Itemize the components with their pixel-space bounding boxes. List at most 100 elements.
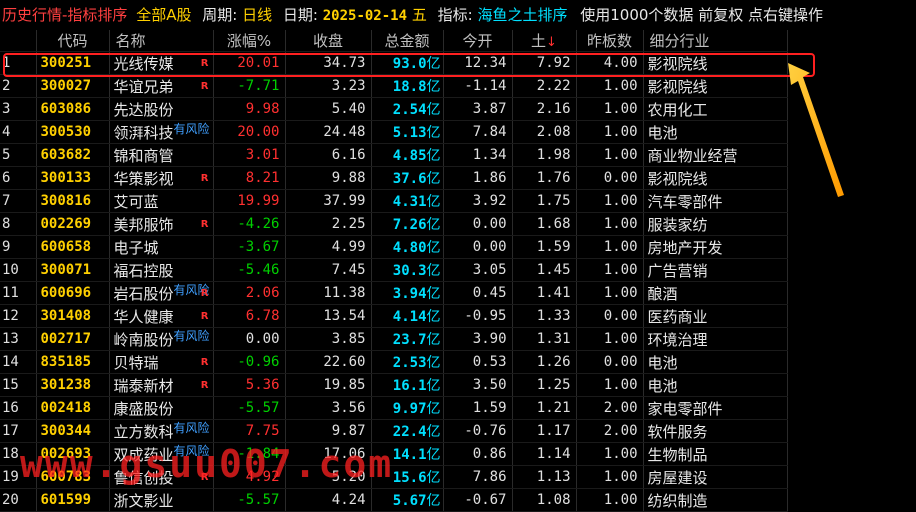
- stock-name-cell[interactable]: 华人健康 R: [109, 304, 214, 328]
- table-row[interactable]: 3 603086 先达股份 9.98 5.40 2.54亿 3.87 2.16 1.00 农用化工: [0, 97, 788, 121]
- stock-code[interactable]: 300251: [36, 51, 110, 75]
- table-row[interactable]: 19 600783 鲁信创投 R 4.92 5.20 15.6亿 7.86 1.13 1.00 房屋…: [0, 465, 788, 489]
- industry: 汽车零部件: [643, 189, 788, 213]
- tu-value: 1.76: [512, 166, 577, 190]
- col-header-industry[interactable]: 细分行业: [643, 30, 788, 52]
- close-price: 34.73: [285, 51, 372, 75]
- stock-code[interactable]: 301408: [36, 304, 110, 328]
- tu-value: 1.13: [512, 465, 577, 489]
- stock-name-cell[interactable]: 鲁信创投 R: [109, 465, 214, 489]
- stock-name-cell[interactable]: 美邦服饰 R: [109, 212, 214, 236]
- amount-unit: 亿: [426, 447, 441, 463]
- stock-code[interactable]: 300344: [36, 419, 110, 443]
- stock-name-cell[interactable]: 岭南股份 有风险: [109, 327, 214, 351]
- stock-name-cell[interactable]: 先达股份: [109, 97, 214, 121]
- stock-name-cell[interactable]: 华谊兄弟 R: [109, 74, 214, 98]
- amount-unit: 亿: [426, 56, 441, 72]
- stock-name-cell[interactable]: 锦和商管: [109, 143, 214, 167]
- limit-count: 1.00: [576, 373, 644, 397]
- col-header-change[interactable]: 涨幅%: [213, 30, 286, 52]
- date-value[interactable]: 2025-02-14: [323, 8, 407, 24]
- amount-unit: 亿: [426, 240, 441, 256]
- stock-code[interactable]: 601599: [36, 488, 110, 512]
- table-row[interactable]: 9 600658 电子城 -3.67 4.99 4.80亿 0.00 1.59 1.00 房地产开…: [0, 235, 788, 259]
- stock-code[interactable]: 603682: [36, 143, 110, 167]
- table-row[interactable]: 11 600696 岩石股份 有风险 R 2.06 11.38 3.94亿 0.45 1.41 1.…: [0, 281, 788, 305]
- col-header-open[interactable]: 今开: [443, 30, 513, 52]
- col-header-name[interactable]: 名称: [109, 30, 214, 52]
- stock-code[interactable]: 002717: [36, 327, 110, 351]
- stock-name-cell[interactable]: 领湃科技 有风险: [109, 120, 214, 144]
- stock-code[interactable]: 603086: [36, 97, 110, 121]
- table-row[interactable]: 10 300071 福石控股 -5.46 7.45 30.3亿 3.05 1.45 1.00 广告…: [0, 258, 788, 282]
- stock-name-cell[interactable]: 华策影视 R: [109, 166, 214, 190]
- change-pct: -5.57: [213, 488, 286, 512]
- amount-value: 23.7: [392, 332, 427, 348]
- col-header-limit-count[interactable]: 昨板数: [576, 30, 644, 52]
- close-price: 6.16: [285, 143, 372, 167]
- open-value: -0.76: [443, 419, 513, 443]
- stock-name-cell[interactable]: 浙文影业: [109, 488, 214, 512]
- table-row[interactable]: 12 301408 华人健康 R 6.78 13.54 4.14亿 -0.95 1.33 0.00…: [0, 304, 788, 328]
- stock-code[interactable]: 835185: [36, 350, 110, 374]
- stock-code[interactable]: 301238: [36, 373, 110, 397]
- stock-name-cell[interactable]: 艾可蓝: [109, 189, 214, 213]
- limit-count: 2.00: [576, 396, 644, 420]
- stock-code[interactable]: 002269: [36, 212, 110, 236]
- total-amount: 5.67亿: [371, 488, 444, 512]
- table-row[interactable]: 14 835185 贝特瑞 R -0.96 22.60 2.53亿 0.53 1.26 0.00 电…: [0, 350, 788, 374]
- stock-name-cell[interactable]: 贝特瑞 R: [109, 350, 214, 374]
- table-row[interactable]: 4 300530 领湃科技 有风险 20.00 24.48 5.13亿 7.84 2.08 1.0…: [0, 120, 788, 144]
- stock-code[interactable]: 600696: [36, 281, 110, 305]
- indicator-value[interactable]: 海鱼之土排序: [477, 6, 567, 24]
- table-row[interactable]: 5 603682 锦和商管 3.01 6.16 4.85亿 1.34 1.98 1.00 商业物业…: [0, 143, 788, 167]
- row-index: 14: [0, 350, 37, 374]
- sort-desc-icon: ↓: [546, 35, 557, 50]
- stock-name-cell[interactable]: 立方数科 有风险: [109, 419, 214, 443]
- stock-code[interactable]: 300816: [36, 189, 110, 213]
- limit-count: 1.00: [576, 281, 644, 305]
- stock-name-cell[interactable]: 康盛股份: [109, 396, 214, 420]
- table-row[interactable]: 1 300251 光线传媒 R 20.01 34.73 93.0亿 12.34 7.92 4.00…: [0, 51, 788, 75]
- table-row[interactable]: 18 002693 双成药业 有风险 -1.84 17.06 14.1亿 0.86 1.14 1.…: [0, 442, 788, 466]
- col-header-tu[interactable]: 土↓: [512, 30, 577, 52]
- stock-code[interactable]: 002418: [36, 396, 110, 420]
- table-row[interactable]: 2 300027 华谊兄弟 R -7.71 3.23 18.8亿 -1.14 2.22 1.00 影…: [0, 74, 788, 98]
- table-row[interactable]: 6 300133 华策影视 R 8.21 9.88 37.6亿 1.86 1.76 0.00 影视院…: [0, 166, 788, 190]
- amount-unit: 亿: [426, 424, 441, 440]
- close-price: 37.99: [285, 189, 372, 213]
- industry: 影视院线: [643, 74, 788, 98]
- table-row[interactable]: 13 002717 岭南股份 有风险 0.00 3.85 23.7亿 3.90 1.31 1.00…: [0, 327, 788, 351]
- table-row[interactable]: 7 300816 艾可蓝 19.99 37.99 4.31亿 3.92 1.75 1.00 汽车零…: [0, 189, 788, 213]
- stock-name-cell[interactable]: 电子城: [109, 235, 214, 259]
- col-header-amount[interactable]: 总金额: [371, 30, 444, 52]
- limit-count: 1.00: [576, 442, 644, 466]
- table-row[interactable]: 16 002418 康盛股份 -5.57 3.56 9.97亿 1.59 1.21 2.00 家电…: [0, 396, 788, 420]
- amount-value: 3.94: [392, 286, 427, 302]
- stock-code[interactable]: 002693: [36, 442, 110, 466]
- market-scope[interactable]: 全部A股: [136, 6, 191, 24]
- period-value[interactable]: 日线: [242, 6, 272, 24]
- close-price: 3.85: [285, 327, 372, 351]
- col-header-close[interactable]: 收盘: [285, 30, 372, 52]
- stock-code[interactable]: 300133: [36, 166, 110, 190]
- col-header-code[interactable]: 代码: [36, 30, 110, 52]
- table-row[interactable]: 8 002269 美邦服饰 R -4.26 2.25 7.26亿 0.00 1.68 1.00 服装…: [0, 212, 788, 236]
- stock-name-cell[interactable]: 光线传媒 R: [109, 51, 214, 75]
- table-row[interactable]: 17 300344 立方数科 有风险 7.75 9.87 22.4亿 -0.76 1.17 2.0…: [0, 419, 788, 443]
- table-row[interactable]: 20 601599 浙文影业 -5.57 4.24 5.67亿 -0.67 1.08 1.00 纺…: [0, 488, 788, 512]
- industry: 电池: [643, 373, 788, 397]
- stock-code[interactable]: 600783: [36, 465, 110, 489]
- stock-name-cell[interactable]: 福石控股: [109, 258, 214, 282]
- stock-name-cell[interactable]: 岩石股份 有风险 R: [109, 281, 214, 305]
- stock-name-cell[interactable]: 瑞泰新材 R: [109, 373, 214, 397]
- stock-code[interactable]: 300071: [36, 258, 110, 282]
- stock-name-cell[interactable]: 双成药业 有风险: [109, 442, 214, 466]
- table-row[interactable]: 15 301238 瑞泰新材 R 5.36 19.85 16.1亿 3.50 1.25 1.00 电…: [0, 373, 788, 397]
- stock-code[interactable]: 300530: [36, 120, 110, 144]
- open-value: 7.86: [443, 465, 513, 489]
- stock-code[interactable]: 600658: [36, 235, 110, 259]
- stock-code[interactable]: 300027: [36, 74, 110, 98]
- open-value: -1.14: [443, 74, 513, 98]
- close-price: 13.54: [285, 304, 372, 328]
